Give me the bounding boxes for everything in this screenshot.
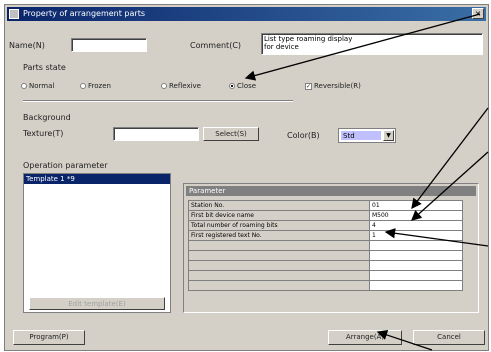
callout-arrow-parts-state [244,13,481,81]
callout-arrow-arrange [376,329,433,351]
callout-arrow-roaming-bits [384,228,489,247]
callout-arrow-station-no [411,107,489,210]
callout-arrows [244,13,489,351]
callout-arrow-first-bit [411,151,489,221]
